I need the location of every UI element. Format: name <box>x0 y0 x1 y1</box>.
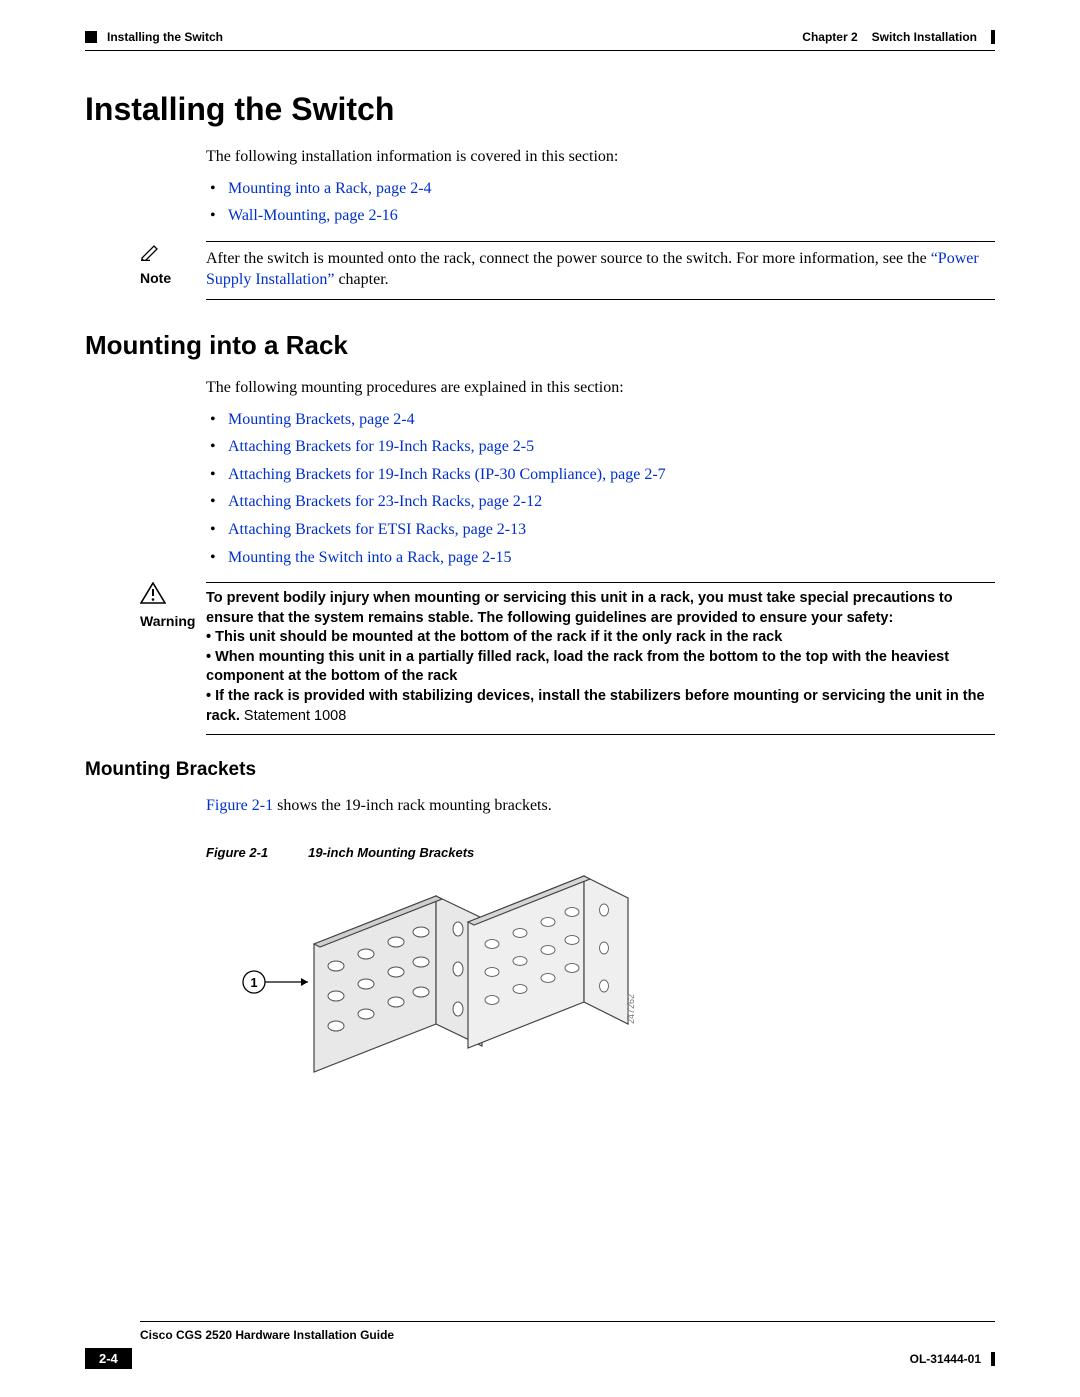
note-body: After the switch is mounted onto the rac… <box>206 241 995 300</box>
footer-bar-icon <box>991 1352 995 1366</box>
list-item: Attaching Brackets for 23-Inch Racks, pa… <box>206 491 995 513</box>
footer-docnum-wrap: OL-31444-01 <box>910 1352 995 1366</box>
link-19inch-ip30[interactable]: Attaching Brackets for 19-Inch Racks (IP… <box>228 466 666 483</box>
note-callout: Note After the switch is mounted onto th… <box>85 241 995 300</box>
pencil-icon <box>140 241 162 266</box>
note-label: Note <box>140 270 171 286</box>
link-list-2: Mounting Brackets, page 2-4 Attaching Br… <box>206 409 995 569</box>
link-mounting-rack[interactable]: Mounting into a Rack, page 2-4 <box>228 180 432 197</box>
list-item: Mounting the Switch into a Rack, page 2-… <box>206 547 995 569</box>
note-left: Note <box>85 241 206 286</box>
warning-p1: To prevent bodily injury when mounting o… <box>206 589 995 628</box>
warning-b1: • This unit should be mounted at the bot… <box>206 628 995 648</box>
header-left: Installing the Switch <box>85 30 223 44</box>
list-item: Attaching Brackets for 19-Inch Racks, pa… <box>206 436 995 458</box>
page-footer: Cisco CGS 2520 Hardware Installation Gui… <box>0 1321 1080 1369</box>
warning-body: To prevent bodily injury when mounting o… <box>206 582 995 735</box>
link-mounting-brackets[interactable]: Mounting Brackets, page 2-4 <box>228 411 415 428</box>
header-section-label: Installing the Switch <box>107 30 223 44</box>
warning-label: Warning <box>140 613 195 629</box>
svg-text:247262: 247262 <box>626 994 636 1024</box>
header-chapter-title: Switch Installation <box>872 30 977 44</box>
header-right: Chapter 2 Switch Installation <box>802 30 995 44</box>
header-square-icon <box>85 31 97 43</box>
figure-caption-title: 19-inch Mounting Brackets <box>308 845 474 860</box>
warning-triangle-icon <box>140 582 166 609</box>
figure-intro-rest: shows the 19-inch rack mounting brackets… <box>273 797 552 814</box>
figure-intro: Figure 2-1 shows the 19-inch rack mounti… <box>206 795 995 817</box>
header-bar-icon <box>991 30 995 44</box>
list-item: Wall-Mounting, page 2-16 <box>206 205 995 227</box>
link-23inch-racks[interactable]: Attaching Brackets for 23-Inch Racks, pa… <box>228 493 542 510</box>
subsection-mounting-brackets: Mounting Brackets <box>85 759 995 781</box>
list-item: Attaching Brackets for 19-Inch Racks (IP… <box>206 464 995 486</box>
page-title: Installing the Switch <box>85 91 995 128</box>
footer-doc-number: OL-31444-01 <box>910 1352 981 1366</box>
list-item: Mounting Brackets, page 2-4 <box>206 409 995 431</box>
footer-rule <box>140 1321 995 1322</box>
list-item: Mounting into a Rack, page 2-4 <box>206 178 995 200</box>
list-item: Attaching Brackets for ETSI Racks, page … <box>206 519 995 541</box>
figure-caption: Figure 2-1 19-inch Mounting Brackets <box>206 845 995 860</box>
warning-left: Warning <box>85 582 206 629</box>
link-list-1: Mounting into a Rack, page 2-4 Wall-Moun… <box>206 178 995 227</box>
link-mounting-switch[interactable]: Mounting the Switch into a Rack, page 2-… <box>228 549 512 566</box>
warning-callout: Warning To prevent bodily injury when mo… <box>85 582 995 735</box>
footer-guide-title: Cisco CGS 2520 Hardware Installation Gui… <box>140 1328 995 1342</box>
section-heading-mounting: Mounting into a Rack <box>85 330 995 361</box>
link-wall-mounting[interactable]: Wall-Mounting, page 2-16 <box>228 207 398 224</box>
header-rule <box>85 50 995 51</box>
warning-statement: Statement 1008 <box>240 708 346 724</box>
figure-callout-number: 1 <box>250 975 257 990</box>
link-etsi-racks[interactable]: Attaching Brackets for ETSI Racks, page … <box>228 521 526 538</box>
intro-paragraph-1: The following installation information i… <box>206 146 995 168</box>
note-text-after: chapter. <box>334 271 388 288</box>
intro-paragraph-2: The following mounting procedures are ex… <box>206 377 995 399</box>
page-number-badge: 2-4 <box>85 1348 132 1369</box>
figure-ref-link[interactable]: Figure 2-1 <box>206 797 273 814</box>
page-header: Installing the Switch Chapter 2 Switch I… <box>85 30 995 44</box>
note-text-before: After the switch is mounted onto the rac… <box>206 250 931 267</box>
link-19inch-racks[interactable]: Attaching Brackets for 19-Inch Racks, pa… <box>228 438 534 455</box>
header-chapter-label: Chapter 2 <box>802 30 857 44</box>
figure-brackets: 1 <box>236 874 656 1104</box>
figure-caption-label: Figure 2-1 <box>206 845 268 860</box>
warning-b2: • When mounting this unit in a partially… <box>206 648 995 687</box>
